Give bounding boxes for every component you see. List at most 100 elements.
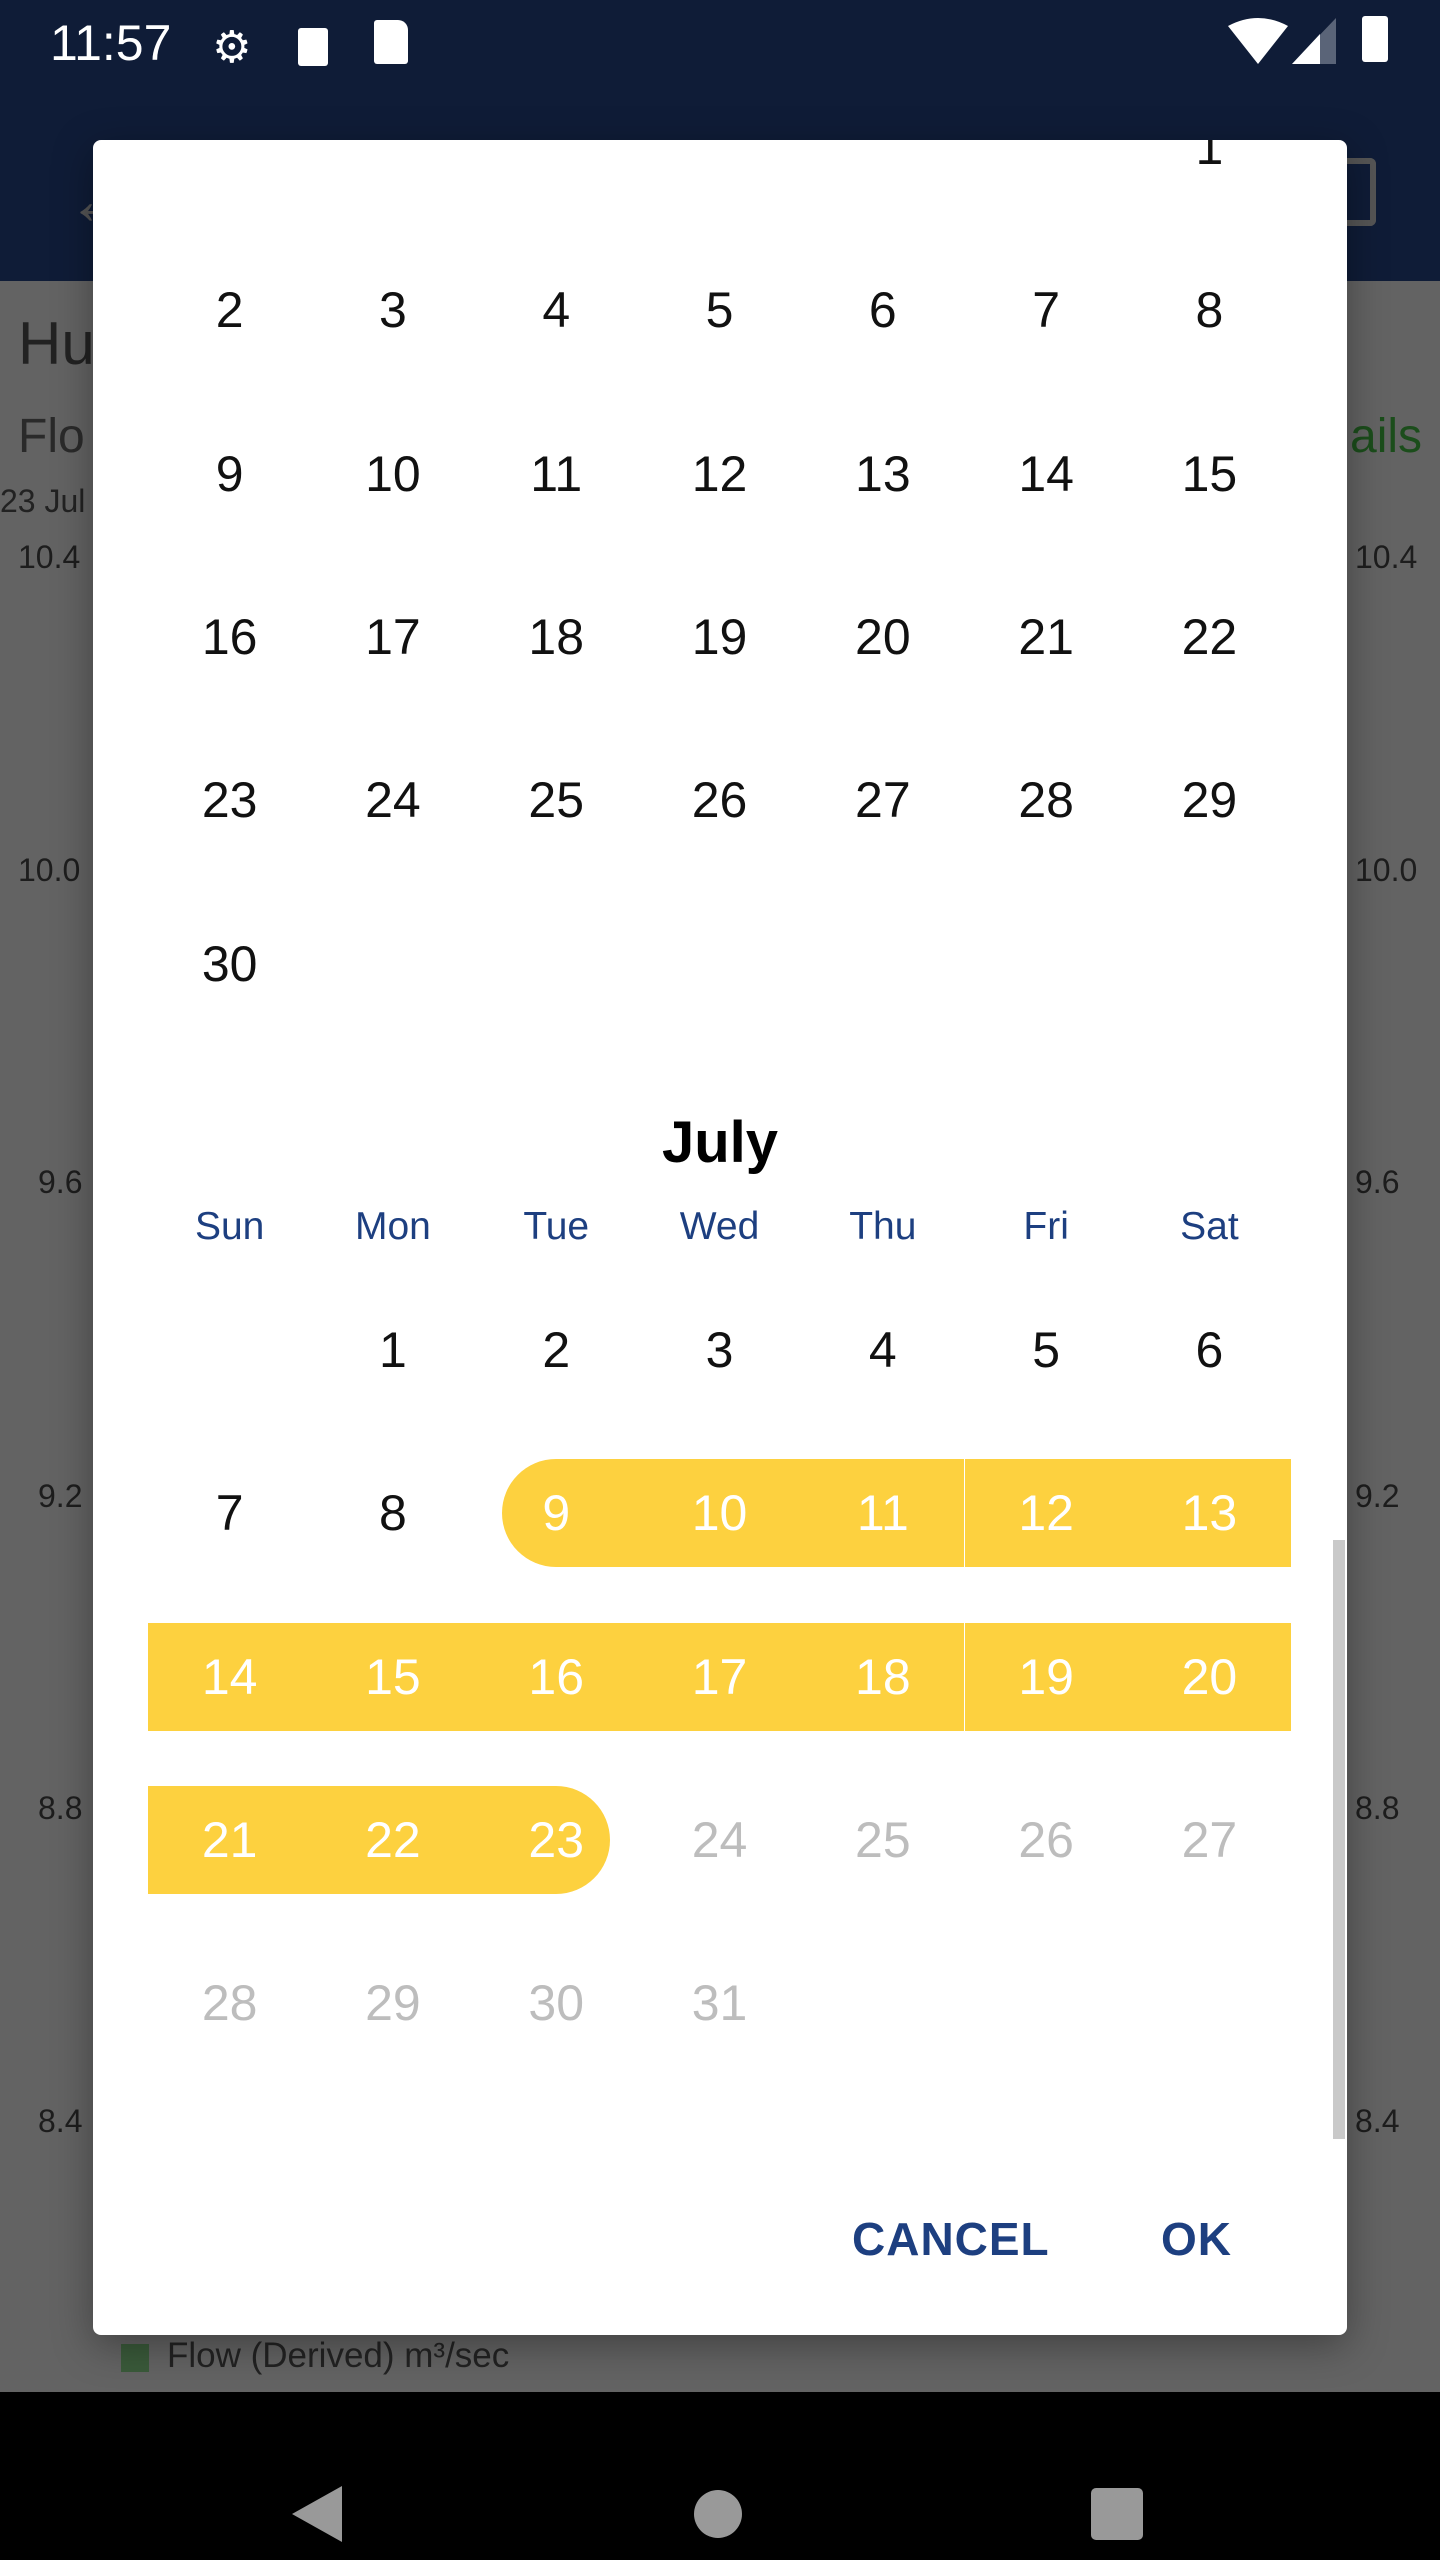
calendar-day[interactable]: 15 [1128, 420, 1291, 528]
recents-icon[interactable] [1091, 2488, 1143, 2540]
calendar-day[interactable]: 20 [801, 583, 964, 691]
navigation-bar [0, 2392, 1440, 2560]
calendar-day[interactable]: 6 [801, 256, 964, 364]
calendar-day[interactable]: 23 [148, 746, 311, 854]
day-number: 19 [691, 608, 748, 665]
day-number: 14 [1018, 445, 1074, 502]
calendar-day[interactable]: 13 [801, 420, 964, 528]
calendar-day[interactable]: 21 [965, 583, 1128, 691]
calendar-day[interactable]: 22 [311, 1785, 475, 1894]
calendar-day[interactable]: 14 [148, 1622, 312, 1731]
calendar-day[interactable]: 25 [475, 746, 638, 854]
day-number: 5 [705, 282, 734, 339]
cancel-button[interactable]: CANCEL [852, 2212, 1050, 2266]
calendar-day[interactable]: 22 [1128, 583, 1291, 691]
calendar-day[interactable]: 9 [475, 1459, 638, 1568]
y-axis-label-right: 9.2 [1355, 1478, 1400, 1514]
calendar-day[interactable]: 6 [1128, 1296, 1291, 1404]
gear-icon: ⚙ [212, 23, 252, 72]
calendar-day[interactable]: 11 [475, 420, 638, 528]
calendar-day[interactable]: 16 [474, 1622, 638, 1731]
scrollbar[interactable] [1333, 1540, 1345, 2139]
calendar-day[interactable]: 16 [148, 583, 311, 691]
y-axis-label-right: 8.4 [1355, 2103, 1400, 2139]
day-number: 3 [705, 1322, 734, 1378]
y-axis-label-right: 8.8 [1355, 1790, 1400, 1826]
day-number: 1 [1195, 140, 1224, 175]
calendar-day[interactable]: 2 [475, 1296, 638, 1404]
day-number: 22 [1181, 608, 1238, 665]
calendar-day[interactable]: 7 [148, 1459, 311, 1567]
calendar-day: 24 [638, 1786, 801, 1894]
calendar-day[interactable]: 24 [311, 746, 474, 854]
back-icon[interactable] [292, 2486, 342, 2542]
y-axis-label-left: 8.4 [38, 2103, 83, 2139]
day-number: 20 [855, 608, 911, 665]
status-bar: 11:57 ⚙ [0, 0, 1440, 140]
calendar-day[interactable]: 20 [1127, 1622, 1292, 1731]
y-axis-label-right: 10.0 [1355, 852, 1418, 888]
calendar-day[interactable]: 29 [1128, 746, 1291, 854]
calendar-day[interactable]: 2 [148, 256, 311, 364]
calendar-day[interactable]: 8 [1128, 256, 1291, 364]
calendar-day[interactable]: 4 [475, 256, 638, 364]
day-number: 19 [1018, 1648, 1074, 1705]
calendar-day[interactable]: 3 [311, 256, 474, 364]
calendar-day[interactable]: 23 [474, 1785, 638, 1894]
y-axis-label-right: 9.6 [1355, 1164, 1400, 1200]
day-number: 24 [365, 772, 421, 829]
calendar-day: 25 [801, 1786, 964, 1894]
sd-card-icon [374, 20, 408, 64]
weekday-label: Tue [523, 1205, 590, 1248]
day-number: 17 [365, 608, 421, 665]
weekday-label: Thu [849, 1205, 917, 1248]
calendar-day[interactable]: 5 [638, 256, 801, 364]
calendar-day: 31 [638, 1949, 801, 2057]
day-number: 12 [691, 445, 748, 502]
calendar-day[interactable]: 15 [311, 1622, 475, 1731]
day-number: 8 [379, 1485, 407, 1542]
day-number: 15 [365, 1648, 421, 1705]
calendar-day: 27 [1128, 1786, 1291, 1894]
calendar-day[interactable]: 27 [801, 746, 964, 854]
calendar-day[interactable]: 21 [148, 1785, 312, 1894]
day-number: 6 [868, 282, 897, 339]
calendar-day: 26 [965, 1786, 1128, 1894]
calendar-day[interactable]: 10 [311, 420, 474, 528]
calendar-day[interactable]: 8 [311, 1459, 474, 1567]
weekday-label: Wed [679, 1205, 760, 1248]
calendar-day[interactable]: 9 [148, 420, 311, 528]
calendar-day[interactable]: 4 [801, 1296, 964, 1404]
legend-label: Flow (Derived) m³/sec [167, 2336, 510, 2375]
calendar-day[interactable]: 17 [311, 583, 474, 691]
day-number: 26 [691, 772, 748, 829]
ok-button[interactable]: OK [1161, 2212, 1232, 2266]
weekday-label: Sat [1180, 1205, 1239, 1248]
calendar-day[interactable]: 10 [637, 1459, 802, 1568]
calendar-day[interactable]: 11 [801, 1459, 965, 1568]
calendar-day[interactable]: 1 [1128, 140, 1291, 201]
calendar-day[interactable]: 12 [964, 1459, 1128, 1568]
calendar-day[interactable]: 17 [637, 1622, 802, 1731]
y-axis-label-left: 9.2 [38, 1478, 83, 1514]
calendar-day[interactable]: 13 [1127, 1459, 1292, 1568]
calendar-day[interactable]: 14 [965, 420, 1128, 528]
details-link[interactable]: ails [1350, 409, 1422, 464]
day-number: 3 [379, 282, 407, 339]
home-icon[interactable] [694, 2490, 742, 2538]
day-number: 30 [528, 1975, 585, 2032]
calendar-day[interactable]: 5 [965, 1296, 1128, 1404]
calendar-day[interactable]: 18 [801, 1622, 965, 1731]
calendar-day[interactable]: 3 [638, 1296, 801, 1404]
calendar-day[interactable]: 19 [964, 1622, 1128, 1731]
calendar-day[interactable]: 12 [638, 420, 801, 528]
calendar-day[interactable]: 18 [475, 583, 638, 691]
calendar-day[interactable]: 28 [965, 746, 1128, 854]
y-axis-label-left: 10.0 [18, 852, 81, 888]
calendar-day[interactable]: 30 [148, 910, 311, 1018]
day-number: 6 [1195, 1322, 1224, 1378]
calendar-day[interactable]: 1 [311, 1296, 474, 1404]
calendar-day[interactable]: 26 [638, 746, 801, 854]
calendar-day[interactable]: 19 [638, 583, 801, 691]
calendar-day[interactable]: 7 [965, 256, 1128, 364]
